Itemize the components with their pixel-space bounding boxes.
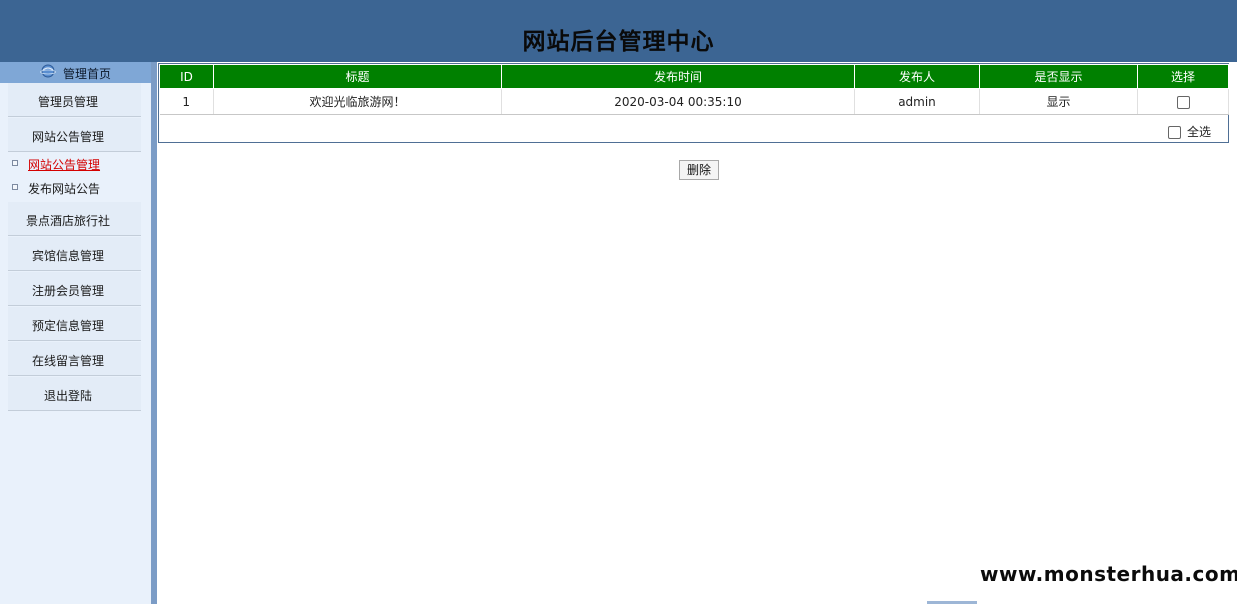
sidebar-item-message-management[interactable]: 在线留言管理	[8, 342, 141, 376]
select-all-label: 全选	[1186, 125, 1211, 139]
column-header-id: ID	[159, 64, 214, 89]
sidebar-subitem-label: 发布网站公告	[28, 182, 101, 196]
select-all-checkbox[interactable]	[1167, 126, 1181, 139]
announcement-table: ID 标题 发布时间 发布人 是否显示 选择 1 欢迎光临旅游网！ 2020-0…	[158, 63, 1229, 143]
sidebar-item-label: 管理员管理	[37, 95, 98, 109]
sidebar-item-admin-management[interactable]: 管理员管理	[8, 83, 141, 117]
sidebar-item-member-management[interactable]: 注册会员管理	[8, 272, 141, 306]
column-header-select: 选择	[1137, 64, 1229, 89]
sidebar-home-label: 管理首页	[63, 67, 112, 81]
cell-publisher: admin	[854, 88, 980, 115]
sidebar-item-label: 预定信息管理	[31, 319, 104, 333]
column-header-time: 发布时间	[501, 64, 855, 89]
cell-display: 显示	[979, 88, 1138, 115]
sidebar-item-label: 网站公告管理	[31, 130, 104, 144]
column-header-publisher: 发布人	[854, 64, 980, 89]
column-header-display: 是否显示	[979, 64, 1138, 89]
row-checkbox[interactable]	[1176, 95, 1190, 109]
page-title: 网站后台管理中心	[522, 29, 715, 55]
sidebar-divider	[151, 62, 157, 604]
sidebar-item-announcement-management[interactable]: 网站公告管理	[8, 118, 141, 152]
sidebar-item-logout[interactable]: 退出登陆	[8, 377, 141, 411]
table-row: 1 欢迎光临旅游网！ 2020-03-04 00:35:10 admin 显示	[159, 88, 1229, 115]
cell-select	[1137, 88, 1229, 115]
watermark: www.monsterhua.com	[970, 548, 1237, 604]
sidebar-item-hotel-info[interactable]: 宾馆信息管理	[8, 237, 141, 271]
sidebar-item-label: 宾馆信息管理	[31, 249, 104, 263]
sidebar-item-booking-management[interactable]: 预定信息管理	[8, 307, 141, 341]
globe-icon	[40, 64, 56, 78]
bullet-icon	[12, 160, 18, 166]
top-header: 网站后台管理中心	[0, 0, 1237, 62]
cell-id: 1	[159, 88, 214, 115]
column-header-title: 标题	[213, 64, 502, 89]
watermark-text: www.monsterhua.com	[980, 562, 1237, 586]
sidebar-subitem-label: 网站公告管理	[28, 158, 101, 172]
table-header-row: ID 标题 发布时间 发布人 是否显示 选择	[159, 64, 1229, 89]
sidebar-home-link[interactable]: 管理首页	[0, 62, 151, 83]
sidebar-item-label: 退出登陆	[43, 389, 92, 403]
cell-time: 2020-03-04 00:35:10	[501, 88, 855, 115]
sidebar: 管理首页 管理员管理 网站公告管理 网站公告管理 发布网站公告 景点酒店旅行社 …	[0, 62, 151, 604]
cell-title: 欢迎光临旅游网！	[213, 88, 502, 115]
select-all[interactable]: 全选	[1167, 123, 1211, 140]
sidebar-item-label: 景点酒店旅行社	[25, 214, 110, 228]
bullet-icon	[12, 184, 18, 190]
sidebar-item-label: 注册会员管理	[31, 284, 104, 298]
sidebar-item-label: 在线留言管理	[31, 354, 104, 368]
delete-button[interactable]: 删除	[679, 160, 719, 180]
sidebar-item-attractions-hotels[interactable]: 景点酒店旅行社	[8, 202, 141, 236]
